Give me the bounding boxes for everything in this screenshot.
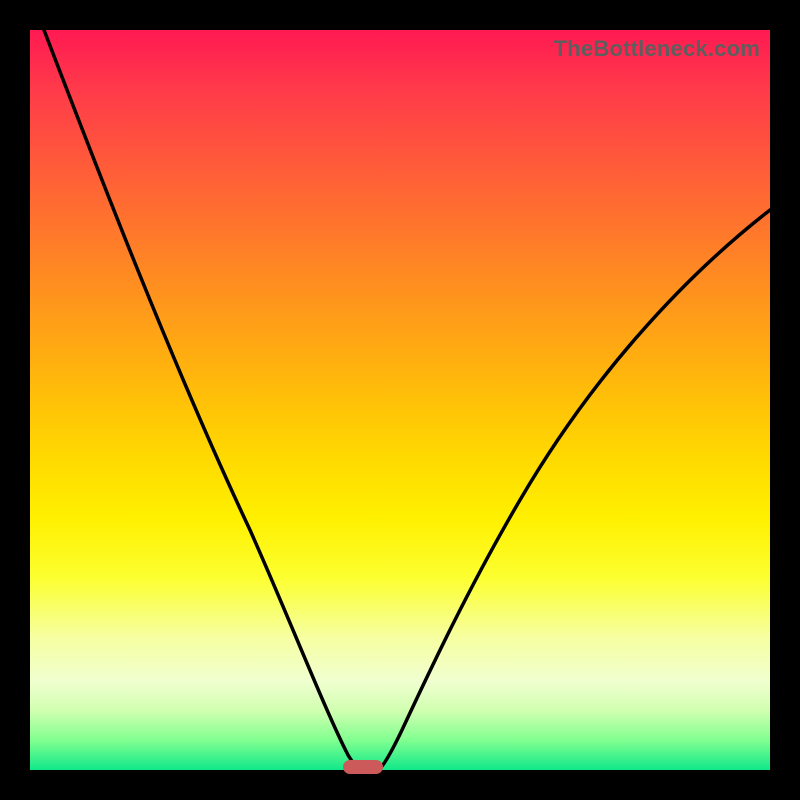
chart-frame: TheBottleneck.com <box>0 0 800 800</box>
plot-area: TheBottleneck.com <box>30 30 770 770</box>
right-curve <box>378 210 770 770</box>
curve-layer <box>30 30 770 770</box>
bottleneck-marker <box>343 760 383 774</box>
left-curve <box>44 30 362 770</box>
